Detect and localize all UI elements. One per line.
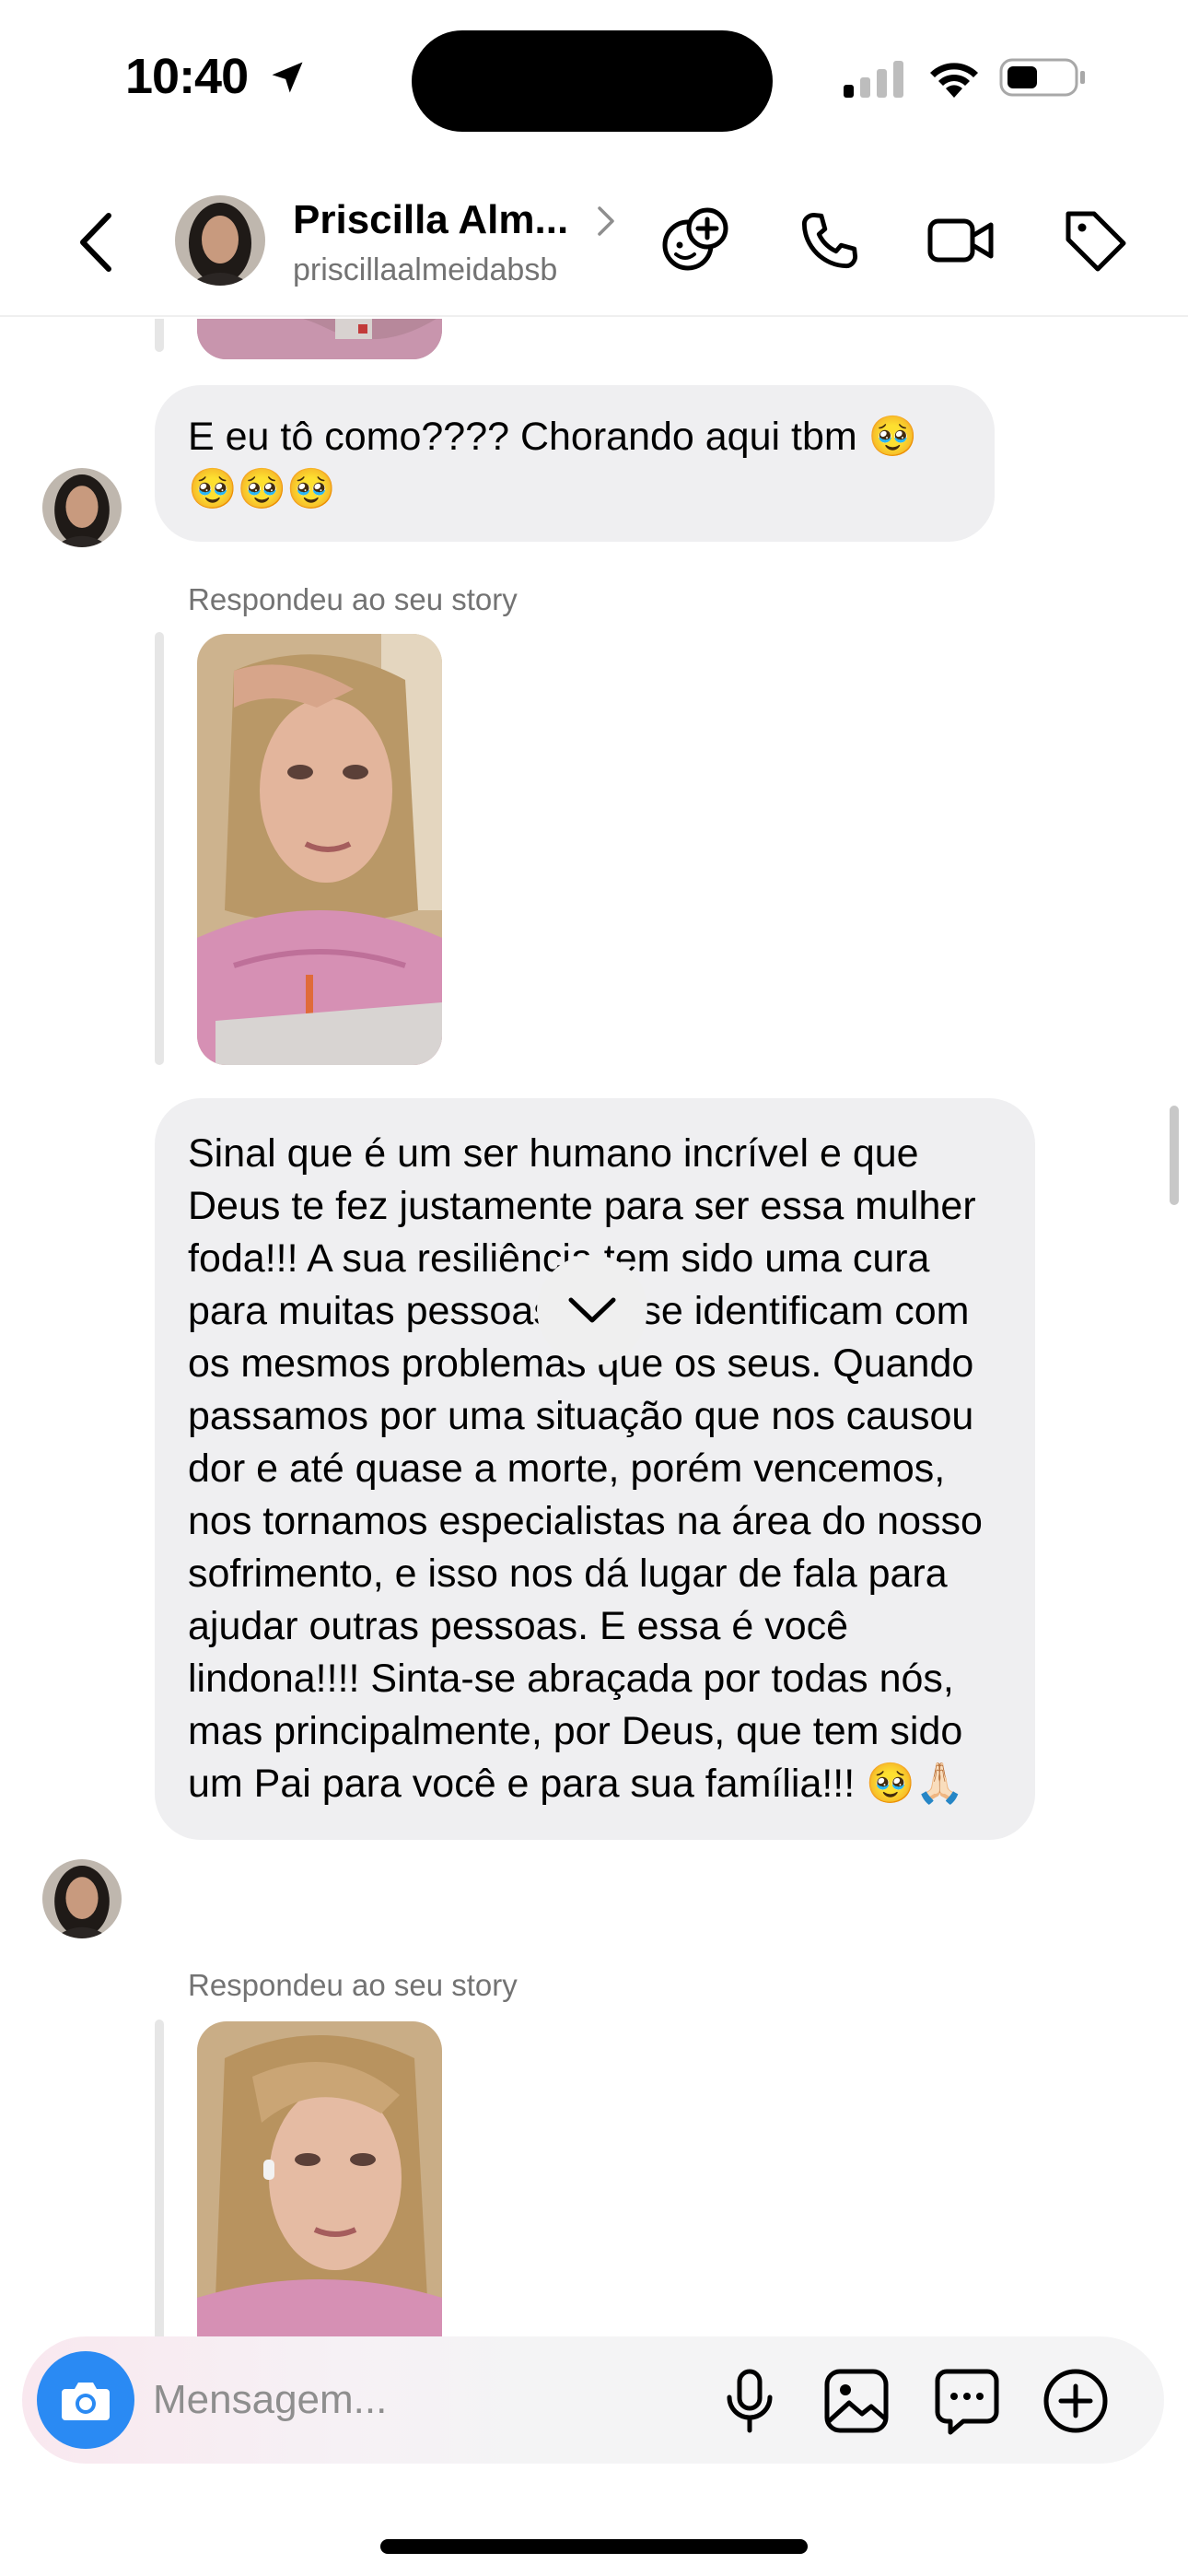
reply-bar [155, 319, 164, 352]
sticker-message-icon[interactable] [932, 2366, 1002, 2436]
message-input[interactable] [153, 2366, 669, 2434]
story-thumbnail[interactable] [197, 2021, 442, 2336]
reply-bar [155, 632, 164, 1065]
effects-icon[interactable] [659, 205, 731, 276]
chevron-right-icon[interactable] [594, 205, 618, 238]
gallery-icon[interactable] [821, 2366, 891, 2436]
story-thumbnail[interactable] [197, 634, 442, 1065]
video-call-icon[interactable] [925, 205, 996, 276]
story-thumbnail[interactable] [197, 319, 442, 359]
phone-call-icon[interactable] [794, 205, 866, 276]
dynamic-island [412, 30, 773, 132]
battery-icon [999, 57, 1088, 98]
contact-username: priscillaalmeidabsb [293, 252, 558, 287]
reply-bar [155, 2020, 164, 2336]
story-reply-label: Respondeu ao seu story [188, 582, 518, 616]
contact-avatar[interactable] [175, 195, 265, 286]
scrollbar[interactable] [1170, 1106, 1179, 1205]
camera-icon [62, 2383, 110, 2420]
cellular-signal-icon [844, 59, 908, 100]
chat-header: Priscilla Alm... priscillaalmeidabsb [0, 157, 1188, 317]
home-indicator[interactable] [380, 2539, 808, 2554]
message-composer [22, 2336, 1164, 2464]
story-reply-label: Respondeu ao seu story [188, 1968, 518, 2002]
add-plus-icon[interactable] [1041, 2366, 1111, 2436]
camera-button[interactable] [37, 2351, 134, 2449]
sender-avatar[interactable] [42, 468, 122, 547]
tag-icon[interactable] [1059, 205, 1131, 276]
wifi-icon [926, 53, 983, 100]
message-bubble[interactable]: Sinal que é um ser humano incrível e que… [155, 1098, 1035, 1840]
message-text: E eu tô como???? Chorando aqui tbm 🥹🥹🥹🥹 [188, 415, 918, 511]
status-time: 10:40 [125, 49, 249, 104]
contact-name[interactable]: Priscilla Alm... [293, 197, 568, 243]
microphone-icon[interactable] [715, 2366, 785, 2436]
back-chevron-icon[interactable] [74, 210, 120, 275]
message-bubble[interactable]: E eu tô como???? Chorando aqui tbm 🥹🥹🥹🥹 [155, 385, 995, 542]
dm-thread-screen: 10:40 Priscilla Alm... priscillaalmeidab… [0, 0, 1188, 2576]
status-bar: 10:40 [0, 0, 1188, 157]
chevron-down-icon [568, 1297, 616, 1323]
scroll-to-bottom-button[interactable] [537, 1255, 647, 1365]
sender-avatar[interactable] [42, 1859, 122, 1938]
message-list[interactable]: E eu tô como???? Chorando aqui tbm 🥹🥹🥹🥹 … [0, 319, 1188, 2336]
location-arrow-icon [267, 57, 308, 98]
message-text: Sinal que é um ser humano incrível e que… [188, 1131, 983, 1806]
